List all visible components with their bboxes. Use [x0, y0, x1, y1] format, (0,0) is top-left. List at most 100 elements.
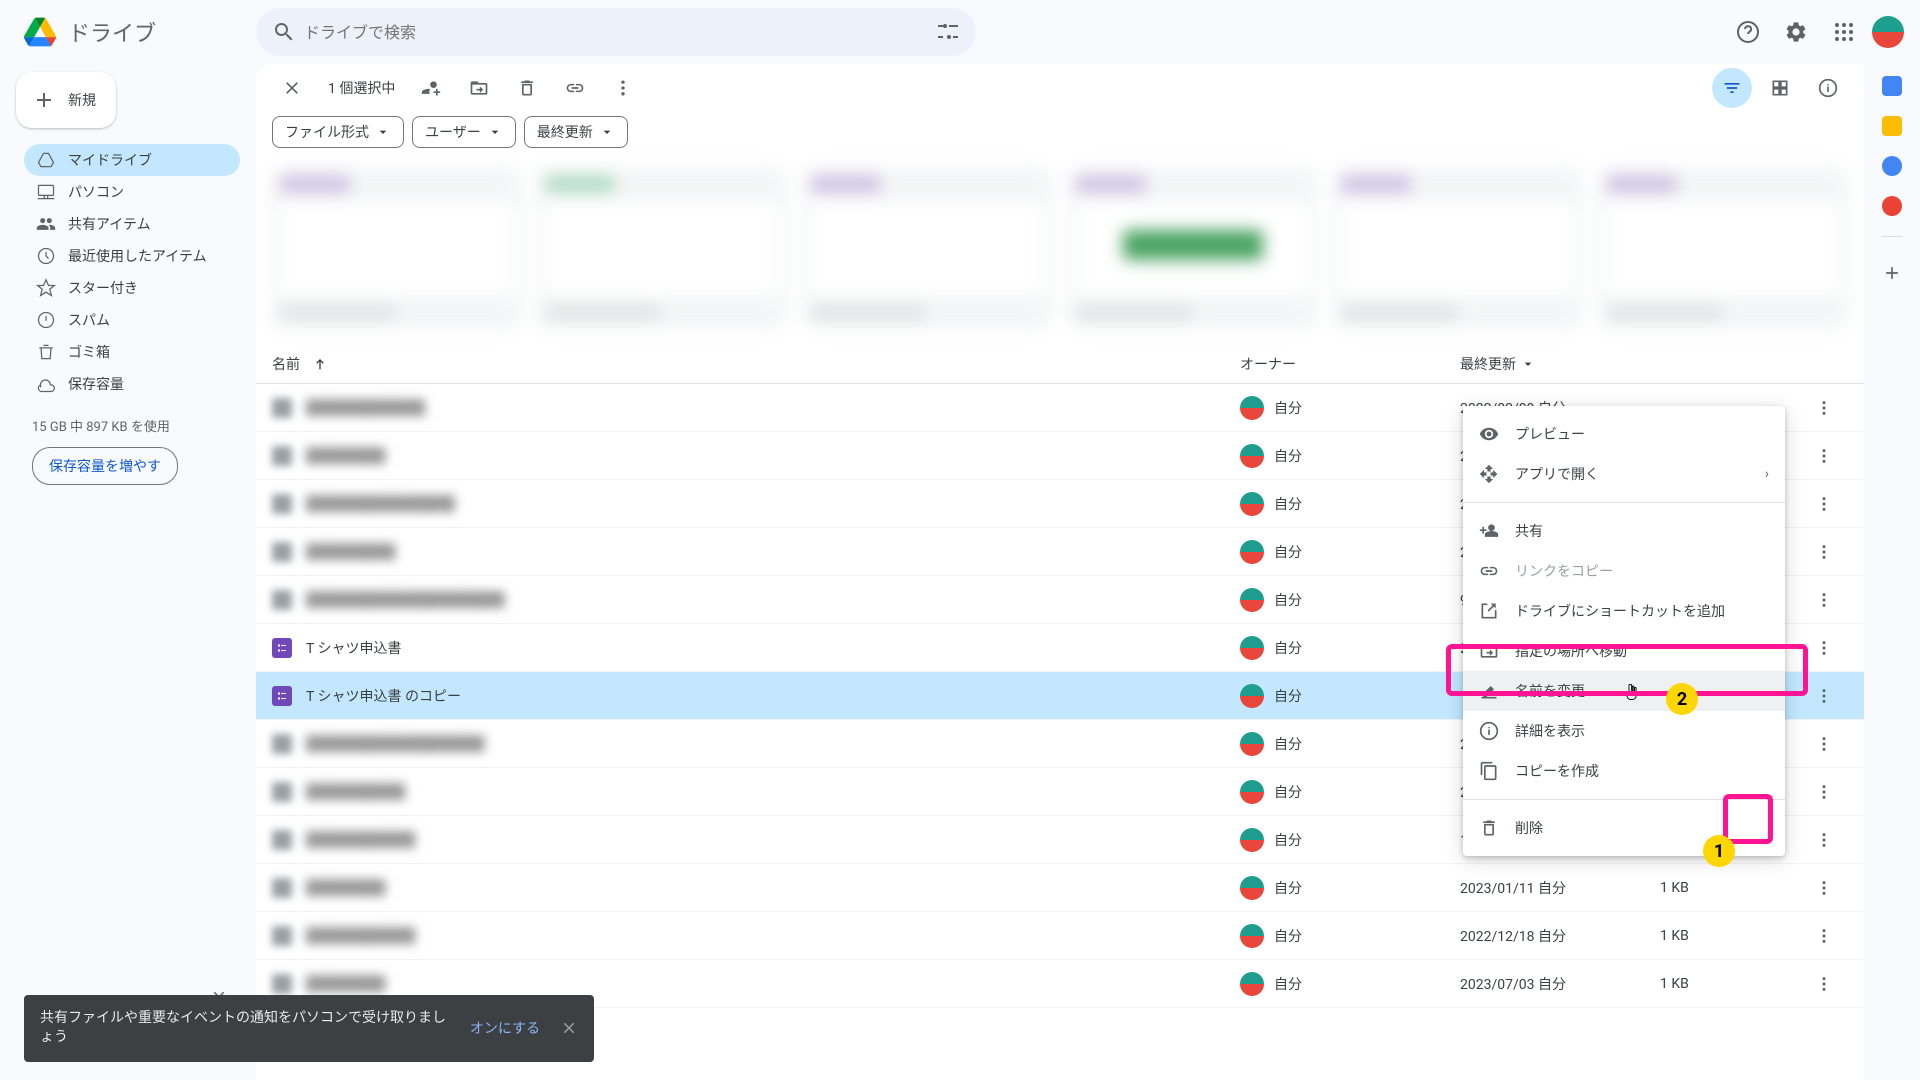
ctx-label: 指定の場所へ移動: [1515, 641, 1627, 661]
forms-icon: [272, 638, 292, 658]
filter-chips: ファイル形式ユーザー最終更新: [256, 112, 1864, 160]
moveto-icon: [1479, 641, 1499, 661]
row-more-icon[interactable]: [1804, 676, 1844, 716]
col-owner-label[interactable]: オーナー: [1240, 354, 1460, 374]
list-header: 名前 オーナー 最終更新: [256, 344, 1864, 384]
sidebar-item-label: スター付き: [68, 278, 138, 298]
filter-toggle-icon[interactable]: [1712, 68, 1752, 108]
row-more-icon[interactable]: [1804, 484, 1844, 524]
delete-icon[interactable]: [507, 68, 547, 108]
grid-view-icon[interactable]: [1760, 68, 1800, 108]
details-icon[interactable]: [1808, 68, 1848, 108]
ctx-openwith[interactable]: アプリで開く›: [1463, 454, 1785, 494]
row-more-icon[interactable]: [1804, 868, 1844, 908]
new-button[interactable]: 新規: [16, 72, 116, 128]
row-more-icon[interactable]: [1804, 820, 1844, 860]
ctx-shortcut[interactable]: ドライブにショートカットを追加: [1463, 591, 1785, 631]
suggestions-row: [256, 160, 1864, 344]
sidebar-item-label: ゴミ箱: [68, 342, 110, 362]
row-more-icon[interactable]: [1804, 916, 1844, 956]
drive-logo-icon[interactable]: [20, 12, 60, 52]
file-icon: [272, 734, 292, 754]
search-input[interactable]: [304, 23, 928, 42]
sidebar-item-computer[interactable]: パソコン: [24, 176, 240, 208]
ctx-eye[interactable]: プレビュー: [1463, 414, 1785, 454]
account-avatar[interactable]: [1872, 16, 1904, 48]
recent-icon: [36, 246, 56, 266]
col-date-label[interactable]: 最終更新: [1460, 354, 1516, 374]
owner-avatar: [1240, 828, 1264, 852]
storage-icon: [36, 374, 56, 394]
computer-icon: [36, 182, 56, 202]
shortcut-icon: [1479, 601, 1499, 621]
row-more-icon[interactable]: [1804, 388, 1844, 428]
row-more-icon[interactable]: [1804, 580, 1844, 620]
owner-avatar: [1240, 444, 1264, 468]
storage-upgrade-button[interactable]: 保存容量を増やす: [32, 447, 178, 485]
ctx-copy[interactable]: コピーを作成: [1463, 751, 1785, 791]
ctx-link[interactable]: リンクをコピー: [1463, 551, 1785, 591]
modified-date: 2023/01/11 自分: [1460, 878, 1660, 898]
filter-chip[interactable]: ユーザー: [412, 116, 516, 148]
new-button-label: 新規: [68, 90, 96, 110]
owner-name: 自分: [1274, 878, 1302, 898]
owner-name: 自分: [1274, 638, 1302, 658]
link-icon[interactable]: [555, 68, 595, 108]
filter-chip[interactable]: 最終更新: [524, 116, 628, 148]
sidebar-item-recent[interactable]: 最近使用したアイテム: [24, 240, 240, 272]
tasks-icon[interactable]: [1882, 156, 1902, 176]
sidebar-item-spam[interactable]: スパム: [24, 304, 240, 336]
row-more-icon[interactable]: [1804, 964, 1844, 1004]
row-more-icon[interactable]: [1804, 532, 1844, 572]
row-more-icon[interactable]: [1804, 772, 1844, 812]
file-name: ███████████████: [306, 495, 455, 512]
search-options-icon[interactable]: [928, 12, 968, 52]
eye-icon: [1479, 424, 1499, 444]
more-actions-icon[interactable]: [603, 68, 643, 108]
help-icon[interactable]: [1728, 12, 1768, 52]
file-icon: [272, 590, 292, 610]
ctx-rename[interactable]: 名前を変更: [1463, 671, 1785, 711]
row-more-icon[interactable]: [1804, 436, 1844, 476]
toast-action[interactable]: オンにする: [470, 1018, 540, 1038]
topbar-right: [1728, 12, 1912, 52]
sidebar-item-star[interactable]: スター付き: [24, 272, 240, 304]
addons-icon[interactable]: [1876, 257, 1908, 289]
calendar-icon[interactable]: [1882, 76, 1902, 96]
file-icon: [272, 542, 292, 562]
owner-avatar: [1240, 540, 1264, 564]
file-name: ███████████: [306, 927, 415, 944]
share-icon[interactable]: [411, 68, 451, 108]
ctx-moveto[interactable]: 指定の場所へ移動: [1463, 631, 1785, 671]
table-row[interactable]: ███████████自分2022/12/18 自分1 KB: [256, 912, 1864, 960]
row-more-icon[interactable]: [1804, 628, 1844, 668]
col-name-label[interactable]: 名前: [272, 354, 300, 374]
move-icon[interactable]: [459, 68, 499, 108]
personadd-icon: [1479, 521, 1499, 541]
owner-avatar: [1240, 876, 1264, 900]
ctx-delete[interactable]: 削除: [1463, 808, 1785, 848]
table-row[interactable]: ████████自分2023/01/11 自分1 KB: [256, 864, 1864, 912]
keep-icon[interactable]: [1882, 116, 1902, 136]
ctx-label: 名前を変更: [1515, 681, 1585, 701]
apps-icon[interactable]: [1824, 12, 1864, 52]
sidebar-item-storage[interactable]: 保存容量: [24, 368, 240, 400]
delete-icon: [1479, 818, 1499, 838]
settings-icon[interactable]: [1776, 12, 1816, 52]
contacts-icon[interactable]: [1882, 196, 1902, 216]
filter-chip[interactable]: ファイル形式: [272, 116, 404, 148]
owner-name: 自分: [1274, 926, 1302, 946]
file-name: ████████: [306, 975, 385, 992]
sidebar-item-shared[interactable]: 共有アイテム: [24, 208, 240, 240]
searchbar: [256, 8, 976, 56]
sidebar-item-trash[interactable]: ゴミ箱: [24, 336, 240, 368]
ctx-info[interactable]: 詳細を表示: [1463, 711, 1785, 751]
forms-icon: [272, 686, 292, 706]
sidebar-item-mydrive[interactable]: マイドライブ: [24, 144, 240, 176]
row-more-icon[interactable]: [1804, 724, 1844, 764]
toast-close-icon[interactable]: [560, 1019, 578, 1037]
clear-selection-icon[interactable]: [272, 68, 312, 108]
file-name: T シャツ申込書: [306, 638, 402, 658]
ctx-personadd[interactable]: 共有: [1463, 511, 1785, 551]
search-icon[interactable]: [264, 12, 304, 52]
